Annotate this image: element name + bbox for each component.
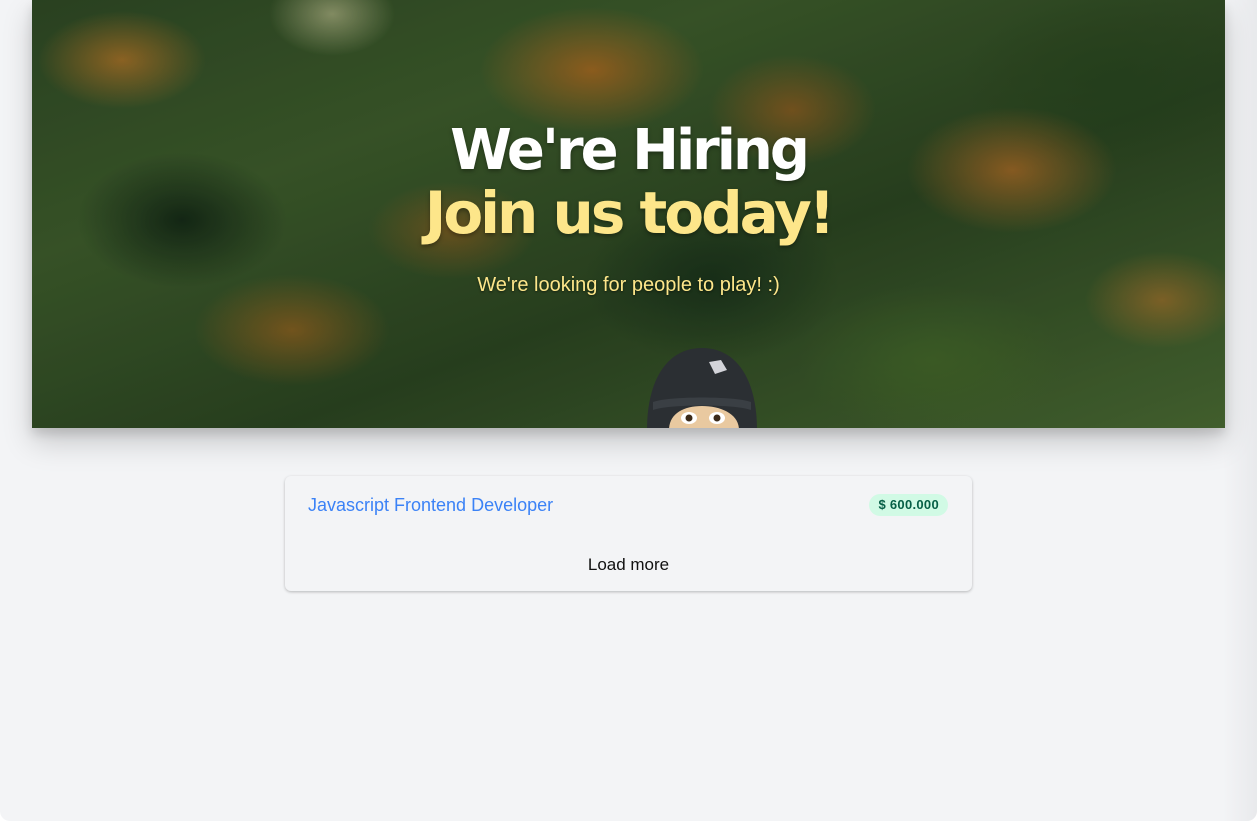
hero-tagline: We're looking for people to play! :) [477,274,780,296]
job-title-link[interactable]: Javascript Frontend Developer [308,494,553,516]
job-list-card: Javascript Frontend Developer $ 600.000 … [285,476,972,591]
hero-content: We're Hiring Join us today! We're lookin… [32,120,1225,298]
hero-banner: We're Hiring Join us today! We're lookin… [32,0,1225,428]
job-list-item[interactable]: Javascript Frontend Developer $ 600.000 [285,476,972,534]
hero-subtitle: Join us today! [424,179,836,247]
load-more-button[interactable]: Load more [285,548,972,582]
salary-badge: $ 600.000 [869,494,948,516]
character-image [647,348,757,428]
app-window: We're Hiring Join us today! We're lookin… [0,0,1257,821]
hero-title: We're Hiring [450,118,810,183]
